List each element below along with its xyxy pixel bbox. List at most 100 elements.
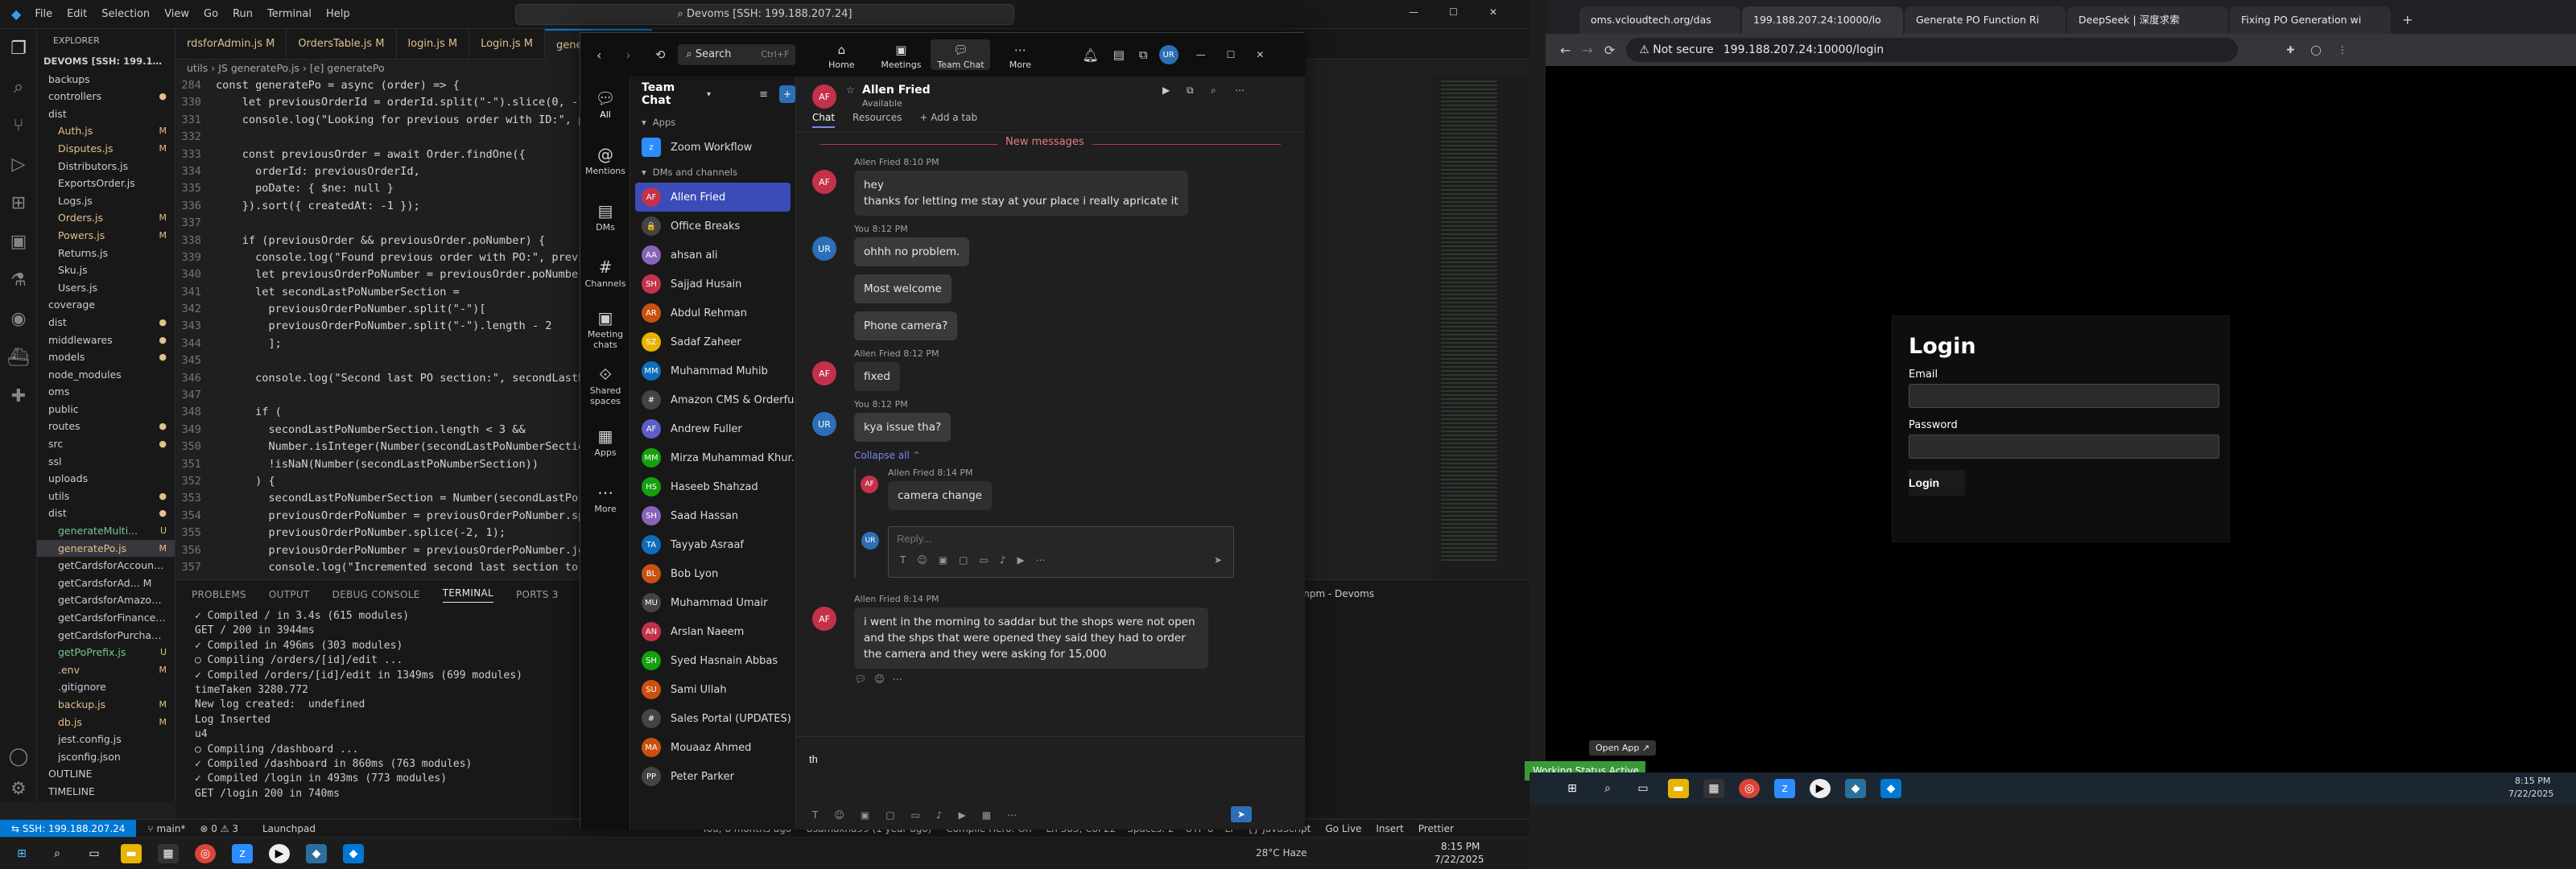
panel-tab[interactable]: OUTPUT: [269, 589, 310, 600]
vscode-icon[interactable]: ◆: [1880, 779, 1901, 798]
file-item[interactable]: generatePo.js M: [37, 539, 175, 558]
rail-shared-spaces[interactable]: ⟐ Shared spaces: [580, 358, 630, 414]
contact-item[interactable]: MM Muhammad Muhib: [630, 356, 795, 385]
minimap[interactable]: [1433, 77, 1530, 579]
panel-tab[interactable]: PORTS 3: [516, 589, 559, 600]
contact-item[interactable]: SZ Sadaf Zaheer: [630, 327, 795, 356]
prettier[interactable]: Prettier: [1418, 823, 1454, 834]
thread-avatar[interactable]: AF: [861, 476, 878, 493]
menu-selection[interactable]: Selection: [101, 8, 150, 20]
message-bubble[interactable]: Phone camera?: [854, 311, 958, 340]
folder-item[interactable]: coverage: [37, 296, 175, 314]
send-button[interactable]: ➤: [1214, 554, 1222, 566]
windows-start-icon[interactable]: ⊞: [1562, 779, 1583, 798]
nav-meetings[interactable]: ▣ Meetings: [871, 39, 931, 70]
folder-item[interactable]: src ●: [37, 435, 175, 453]
menu-terminal[interactable]: Terminal: [267, 8, 312, 20]
go-live[interactable]: Go Live: [1325, 823, 1361, 834]
send-button[interactable]: ➤: [1231, 806, 1252, 822]
file-item[interactable]: getCardsforAmazon.js: [37, 591, 175, 609]
rail-more[interactable]: ⋯ More: [580, 471, 630, 527]
new-tab-button[interactable]: +: [2392, 6, 2422, 34]
file-item[interactable]: getPoPrefix.js U: [37, 644, 175, 661]
file-item[interactable]: Distributors.js: [37, 158, 175, 175]
message-bubble[interactable]: fixed: [854, 362, 900, 391]
remote-indicator[interactable]: ⇆ SSH: 199.188.207.24: [0, 819, 137, 838]
reload-icon[interactable]: ⟳: [1604, 43, 1615, 58]
extension-icon[interactable]: ✚: [0, 377, 37, 415]
browser-tab[interactable]: Generate PO Function Ri: [1905, 6, 2066, 34]
message-bubble[interactable]: kya issue tha?: [854, 413, 952, 442]
zoom-workflow-item[interactable]: z Zoom Workflow: [630, 133, 795, 162]
zoom-icon[interactable]: z: [1774, 779, 1795, 798]
video-call-icon[interactable]: ▶: [1162, 84, 1170, 96]
filter-icon[interactable]: ≡: [759, 89, 768, 101]
contact-item[interactable]: SH Saad Hassan: [630, 501, 795, 530]
folder-item[interactable]: TIMELINE: [37, 783, 175, 801]
search-in-chat-icon[interactable]: ⌕: [1211, 84, 1216, 97]
back-icon[interactable]: ←: [1560, 43, 1571, 58]
file-item[interactable]: ExportsOrder.js: [37, 175, 175, 192]
password-field[interactable]: [1909, 434, 2219, 459]
teams-search[interactable]: ⌕ Search Ctrl+F: [678, 44, 796, 65]
taskbar-time[interactable]: 8:15 PM: [1441, 841, 1480, 852]
extensions-icon[interactable]: ⊞: [0, 183, 37, 222]
editor-tab[interactable]: login.js M: [397, 29, 470, 60]
contact-item[interactable]: AR Abdul Rehman: [630, 299, 795, 327]
insert-mode[interactable]: Insert: [1376, 823, 1403, 834]
testing-icon[interactable]: ⚗: [0, 261, 37, 299]
chat-tab[interactable]: Chat: [812, 112, 836, 128]
file-item[interactable]: .env M: [37, 661, 175, 679]
open-app-toast[interactable]: Open App ↗: [1589, 740, 1657, 756]
store-icon[interactable]: ▦: [1703, 779, 1724, 798]
file-item[interactable]: jsconfig.json: [37, 748, 175, 766]
message-bubble[interactable]: ohhh no problem.: [854, 237, 970, 266]
folder-item[interactable]: dist: [37, 105, 175, 123]
new-chat-button[interactable]: +: [778, 85, 795, 103]
vscode-icon[interactable]: ◆: [343, 844, 364, 863]
file-item[interactable]: getCardsforAd... M: [37, 575, 175, 592]
taskbar-time-right[interactable]: 8:15 PM: [2515, 776, 2550, 786]
rail-all[interactable]: 💬︎ All: [580, 76, 630, 133]
panel-tab[interactable]: TERMINAL: [442, 587, 494, 603]
contact-item[interactable]: TA Tayyab Asraaf: [630, 530, 795, 559]
sender-avatar[interactable]: AF: [812, 607, 836, 631]
folder-item[interactable]: oms: [37, 383, 175, 401]
browser-tab[interactable]: 199.188.207.24:10000/lo: [1742, 6, 1903, 34]
media-icon[interactable]: ▶: [269, 844, 290, 863]
file-explorer-icon[interactable]: ▬: [1668, 779, 1689, 798]
panel-tab[interactable]: PROBLEMS: [192, 589, 246, 600]
nav-more[interactable]: ⋯ More: [990, 39, 1050, 70]
taskbar-date[interactable]: 7/22/2025: [1435, 854, 1484, 865]
contact-item[interactable]: AF Allen Fried: [635, 183, 791, 212]
menu-view[interactable]: View: [164, 8, 189, 20]
editor-tab[interactable]: OrdersTable.js M: [287, 29, 397, 60]
file-item[interactable]: getCardsforFinance.js: [37, 609, 175, 627]
compose-input[interactable]: [809, 748, 1284, 769]
vscode-alt-icon[interactable]: ◆: [306, 844, 327, 863]
settings-gear-icon[interactable]: ⚙: [0, 769, 37, 808]
folder-item[interactable]: ssl: [37, 453, 175, 471]
browser-tab[interactable]: oms.vcloudtech.org/das: [1579, 6, 1740, 34]
store-icon[interactable]: ▦: [158, 844, 179, 863]
maximize-button[interactable]: ☐: [1449, 6, 1458, 18]
star-icon[interactable]: ☆: [846, 84, 855, 96]
message-bubble[interactable]: Most welcome: [854, 274, 952, 303]
dms-section[interactable]: ▾ DMs and channels: [630, 162, 795, 183]
file-item[interactable]: getCardsforAccount.js: [37, 557, 175, 575]
contact-item[interactable]: AA ahsan ali: [630, 241, 795, 270]
message-bubble[interactable]: i went in the morning to saddar but the …: [854, 607, 1208, 669]
contact-item[interactable]: SU Sami Ullah: [630, 675, 795, 704]
editor-tab[interactable]: rdsforAdmin.js M: [175, 29, 287, 60]
file-item[interactable]: Returns.js: [37, 245, 175, 262]
folder-item[interactable]: uploads: [37, 470, 175, 488]
vscode-alt-icon[interactable]: ◆: [1845, 779, 1866, 798]
login-button[interactable]: Login: [1909, 470, 1965, 496]
task-view-icon[interactable]: ▭: [1633, 779, 1653, 798]
menu-edit[interactable]: Edit: [67, 8, 87, 20]
email-field[interactable]: [1909, 384, 2219, 408]
file-item[interactable]: getCardsforPurchasi...: [37, 627, 175, 645]
windows-start-icon[interactable]: ⊞: [11, 844, 32, 863]
chat-avatar[interactable]: AF: [812, 84, 836, 109]
close-button[interactable]: ✕: [1489, 6, 1497, 18]
